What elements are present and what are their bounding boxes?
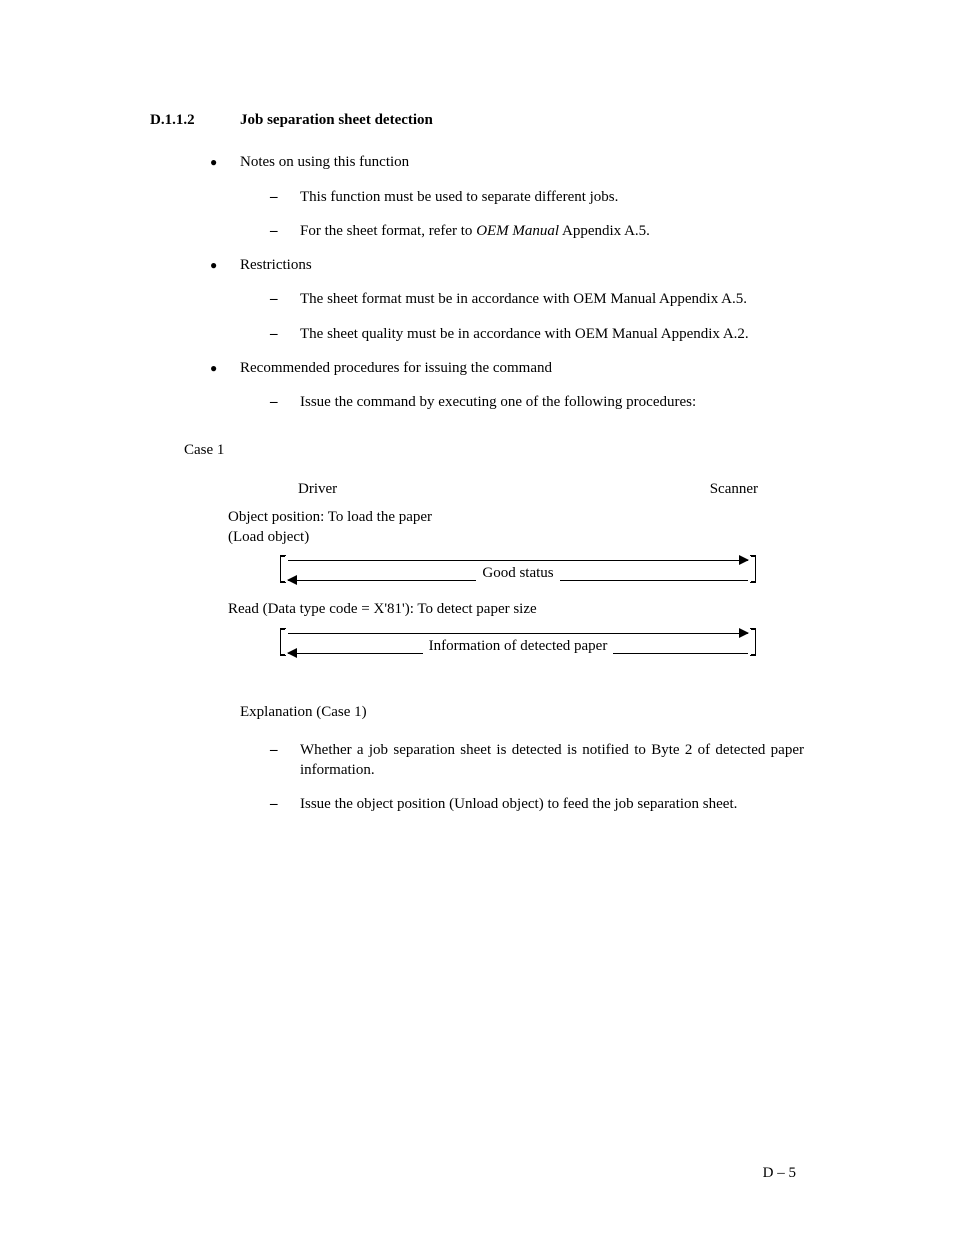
sub-item: – For the sheet format, refer to OEM Man… — [270, 221, 804, 241]
bullet-icon: ● — [210, 255, 240, 275]
bullet-label: Recommended procedures for issuing the c… — [240, 358, 804, 378]
case-label: Case 1 — [184, 440, 804, 460]
arrow-left: Information of detected paper — [288, 644, 748, 662]
bullet-restrictions: ● Restrictions — [210, 255, 804, 275]
explanation-item: – Issue the object position (Unload obje… — [270, 794, 804, 814]
dash-icon: – — [270, 324, 300, 344]
arrow-group-1: Good status — [288, 547, 748, 587]
msg1-line2: (Load object) — [228, 527, 758, 547]
dash-icon: – — [270, 187, 300, 207]
bracket-left-icon — [280, 555, 286, 583]
scanner-label: Scanner — [710, 479, 758, 499]
bracket-right-icon — [750, 555, 756, 583]
sub-text: Issue the command by executing one of th… — [300, 392, 804, 412]
page-number: D – 5 — [763, 1163, 796, 1183]
arrow-left: Good status — [288, 571, 748, 589]
bullet-icon: ● — [210, 358, 240, 378]
arrowhead-right-icon — [739, 555, 749, 565]
sub-item: – Issue the command by executing one of … — [270, 392, 804, 412]
sub-text: The sheet quality must be in accordance … — [300, 324, 804, 344]
message-1: Object position: To load the paper (Load… — [228, 507, 758, 548]
bullet-icon: ● — [210, 152, 240, 172]
sub-text: This function must be used to separate d… — [300, 187, 804, 207]
explanation-text: Whether a job separation sheet is detect… — [300, 740, 804, 781]
arrowhead-left-icon — [287, 648, 297, 658]
bullet-label: Notes on using this function — [240, 152, 804, 172]
sequence-diagram: Driver Scanner Object position: To load … — [228, 479, 758, 660]
bracket-right-icon — [750, 628, 756, 656]
text-suffix: Appendix A.5. — [559, 223, 650, 239]
arrowhead-left-icon — [287, 575, 297, 585]
explanation-heading: Explanation (Case 1) — [240, 702, 804, 722]
sub-text: The sheet format must be in accordance w… — [300, 289, 804, 309]
arrowhead-right-icon — [739, 628, 749, 638]
section-heading: D.1.1.2 Job separation sheet detection — [150, 110, 804, 130]
dash-icon: – — [270, 740, 300, 781]
explanation-text: Issue the object position (Unload object… — [300, 794, 804, 814]
dash-icon: – — [270, 289, 300, 309]
driver-label: Driver — [298, 479, 337, 499]
response-label: Information of detected paper — [423, 636, 614, 656]
msg1-line1: Object position: To load the paper — [228, 507, 758, 527]
sub-item: – The sheet format must be in accordance… — [270, 289, 804, 309]
dash-icon: – — [270, 794, 300, 814]
sub-text: For the sheet format, refer to OEM Manua… — [300, 221, 804, 241]
text-prefix: For the sheet format, refer to — [300, 223, 476, 239]
text-italic: OEM Manual — [476, 223, 559, 239]
section-title: Job separation sheet detection — [240, 110, 804, 130]
sub-item: – The sheet quality must be in accordanc… — [270, 324, 804, 344]
response-label: Good status — [476, 563, 559, 583]
dash-icon: – — [270, 392, 300, 412]
explanation-item: – Whether a job separation sheet is dete… — [270, 740, 804, 781]
dash-icon: – — [270, 221, 300, 241]
arrow-group-2: Information of detected paper — [288, 620, 748, 660]
bullet-label: Restrictions — [240, 255, 804, 275]
diagram-header: Driver Scanner — [228, 479, 758, 499]
bullet-procedures: ● Recommended procedures for issuing the… — [210, 358, 804, 378]
bullet-notes: ● Notes on using this function — [210, 152, 804, 172]
page: D.1.1.2 Job separation sheet detection ●… — [0, 0, 954, 1235]
section-number: D.1.1.2 — [150, 110, 240, 130]
sub-item: – This function must be used to separate… — [270, 187, 804, 207]
bracket-left-icon — [280, 628, 286, 656]
message-2: Read (Data type code = X'81'): To detect… — [228, 599, 758, 619]
